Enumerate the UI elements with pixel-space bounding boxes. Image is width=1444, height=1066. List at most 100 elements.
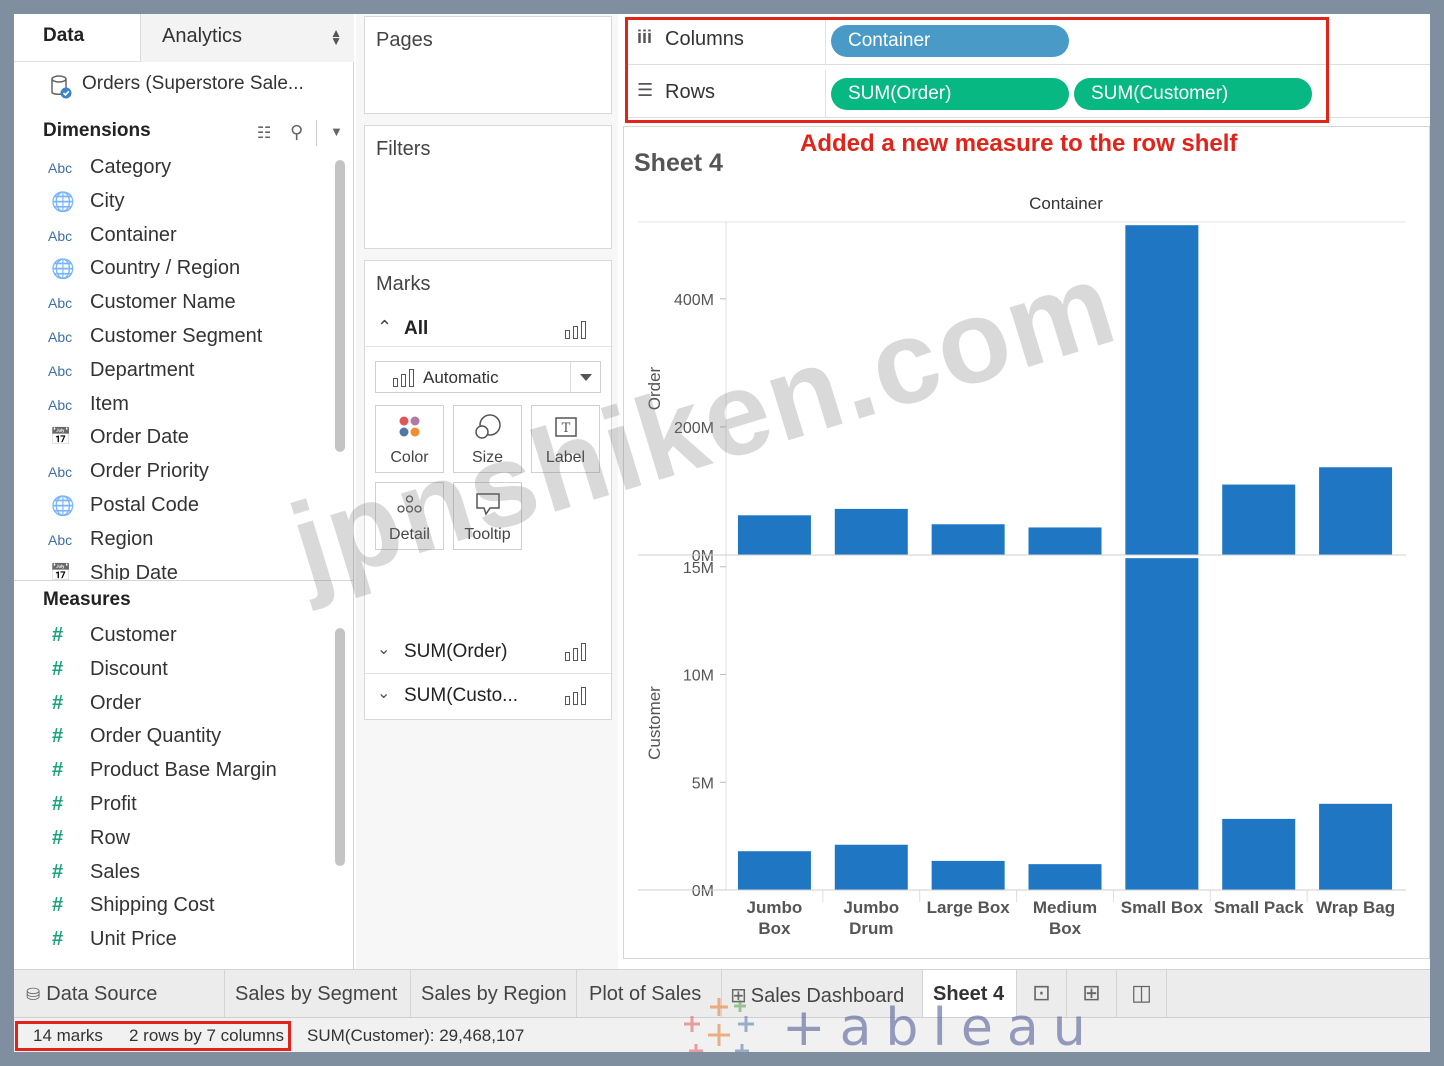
measure-field[interactable]: # Shipping Cost [14, 891, 334, 925]
bar-customer [834, 844, 908, 890]
detail-button[interactable]: Detail [375, 482, 444, 550]
string-type-icon: Abc [48, 396, 73, 413]
size-button[interactable]: Size [453, 405, 522, 473]
number-type-icon: # [52, 657, 64, 680]
chevron-up-icon: ⌃ [377, 317, 393, 337]
new-story-icon[interactable]: ◫ [1117, 970, 1167, 1018]
field-label: Item [90, 392, 129, 415]
dimension-field[interactable]: Abc Customer Name [14, 288, 334, 322]
measure-field[interactable]: # Order [14, 689, 334, 723]
color-dots-icon [399, 416, 420, 437]
marks-measure-order[interactable]: ⌄ SUM(Order) [365, 631, 613, 673]
measure-field[interactable]: # Discount [14, 655, 334, 689]
size-label: Size [471, 449, 504, 466]
bar-customer [737, 851, 811, 890]
sum-customer-pill[interactable]: SUM(Customer) [1074, 78, 1312, 110]
tab-sales-by-segment[interactable]: Sales by Segment [225, 970, 411, 1018]
status-marks: 14 marks [33, 1026, 103, 1045]
rows-shelf[interactable]: ☰ Rows SUM(Order) SUM(Customer) [626, 70, 1430, 118]
detail-label: Detail [389, 526, 430, 543]
dropdown-arrow-icon[interactable] [570, 362, 600, 392]
label-button[interactable]: T Label [531, 405, 600, 473]
dimension-field[interactable]: 🌐 City [14, 187, 334, 221]
bar-chart-icon [565, 321, 589, 339]
sum-order-pill[interactable]: SUM(Order) [831, 78, 1069, 110]
marks-all-row[interactable]: ⌃ All [365, 313, 613, 347]
bar-chart-icon [565, 687, 589, 705]
dimension-field[interactable]: Abc Department [14, 356, 334, 390]
bar-chart-icon [565, 643, 589, 661]
measure-field[interactable]: # Product Base Margin [14, 756, 334, 790]
pane-tabs: Data Analytics ▲ ▼ [14, 14, 354, 62]
tab-analytics[interactable]: Analytics ▲ ▼ [140, 14, 354, 62]
tooltip-icon [476, 493, 500, 516]
dimension-field[interactable]: Abc Order Priority [14, 457, 334, 491]
dimension-field[interactable]: Abc Item [14, 390, 334, 424]
tab-sheet-4[interactable]: Sheet 4 [923, 970, 1017, 1018]
measures-scrollbar[interactable] [335, 628, 345, 866]
list-view-icon[interactable]: ☷ [257, 123, 271, 143]
dimension-field[interactable]: 🌐 Postal Code [14, 491, 334, 525]
tab-sales-by-region[interactable]: Sales by Region [411, 970, 577, 1018]
field-label: Region [90, 527, 154, 550]
x-category-label: Drum [849, 919, 893, 938]
bar-customer [1125, 558, 1199, 890]
dimension-field[interactable]: Abc Customer Segment [14, 322, 334, 356]
field-label: Order Priority [90, 460, 209, 483]
globe-icon: 🌐 [51, 259, 75, 281]
tab-data[interactable]: Data [14, 14, 140, 62]
chevron-down-icon[interactable]: ▼ [330, 124, 343, 139]
field-label: Department [90, 358, 195, 381]
field-label: Customer Name [90, 291, 236, 314]
dimension-field[interactable]: 🌐 Country / Region [14, 254, 334, 288]
measure-field[interactable]: # Profit [14, 790, 334, 824]
tab-sales-dashboard[interactable]: ⊞ Sales Dashboard [722, 970, 923, 1018]
marks-all-label: All [404, 318, 429, 339]
pages-card[interactable]: Pages [364, 16, 612, 114]
marks-measure-customer[interactable]: ⌄ SUM(Custo... [365, 675, 613, 717]
rows-icon: ☰ [637, 80, 654, 100]
dimension-field[interactable]: 📅 Ship Date [14, 559, 334, 581]
dimension-field[interactable]: Abc Container [14, 221, 334, 255]
new-dashboard-icon[interactable]: ⊞ [1067, 970, 1117, 1018]
size-icon [475, 414, 501, 439]
dimension-field[interactable]: Abc Category [14, 153, 334, 187]
new-worksheet-icon[interactable]: ⊡ [1017, 970, 1067, 1018]
filters-card[interactable]: Filters [364, 125, 612, 249]
datasource-item[interactable]: Orders (Superstore Sale... [14, 66, 354, 106]
text-label-icon: T [555, 417, 577, 437]
tooltip-button[interactable]: Tooltip [453, 482, 522, 550]
tab-data-source[interactable]: ⛁ Data Source [14, 970, 225, 1018]
measure-field[interactable]: # Order Quantity [14, 722, 334, 756]
search-icon[interactable]: ⚲ [290, 122, 303, 143]
chevron-down-icon: ⌄ [377, 685, 391, 702]
tab-plot-of-sales[interactable]: Plot of Sales [577, 970, 722, 1018]
mark-type-select[interactable]: Automatic [375, 361, 601, 393]
filters-title: Filters [376, 138, 431, 160]
dimension-field[interactable]: 📅 Order Date [14, 423, 334, 457]
datasource-name: Orders (Superstore Sale... [82, 73, 304, 94]
color-button[interactable]: Color [375, 405, 444, 473]
sort-arrows-icon: ▲ ▼ [330, 26, 342, 48]
dimensions-scrollbar[interactable] [335, 160, 345, 452]
measure-field[interactable]: # Row [14, 824, 334, 858]
x-category-label: Wrap Bag [1316, 898, 1395, 917]
columns-shelf[interactable]: iii Columns Container [626, 17, 1430, 65]
container-pill[interactable]: Container [831, 25, 1069, 57]
string-type-icon: Abc [48, 329, 73, 345]
field-label: Customer Segment [90, 325, 263, 347]
status-sum: SUM(Customer): 29,468,107 [307, 1026, 525, 1045]
columns-label: Columns [665, 28, 744, 50]
dimension-field[interactable]: Abc Region [14, 525, 334, 559]
field-label: Postal Code [90, 494, 199, 516]
color-label: Color [390, 449, 429, 466]
column-header-title: Container [1029, 194, 1103, 213]
string-type-icon: Abc [48, 227, 73, 244]
measure-field[interactable]: # Unit Price [14, 925, 334, 959]
measure-field[interactable]: # Customer [14, 621, 334, 655]
y-axis-title: Order [645, 366, 664, 410]
measure-field[interactable]: # Sales [14, 858, 334, 892]
marks-divider [365, 673, 613, 674]
rows-shelf-label: ☰ Rows [626, 70, 826, 118]
bar-order [1028, 527, 1102, 555]
